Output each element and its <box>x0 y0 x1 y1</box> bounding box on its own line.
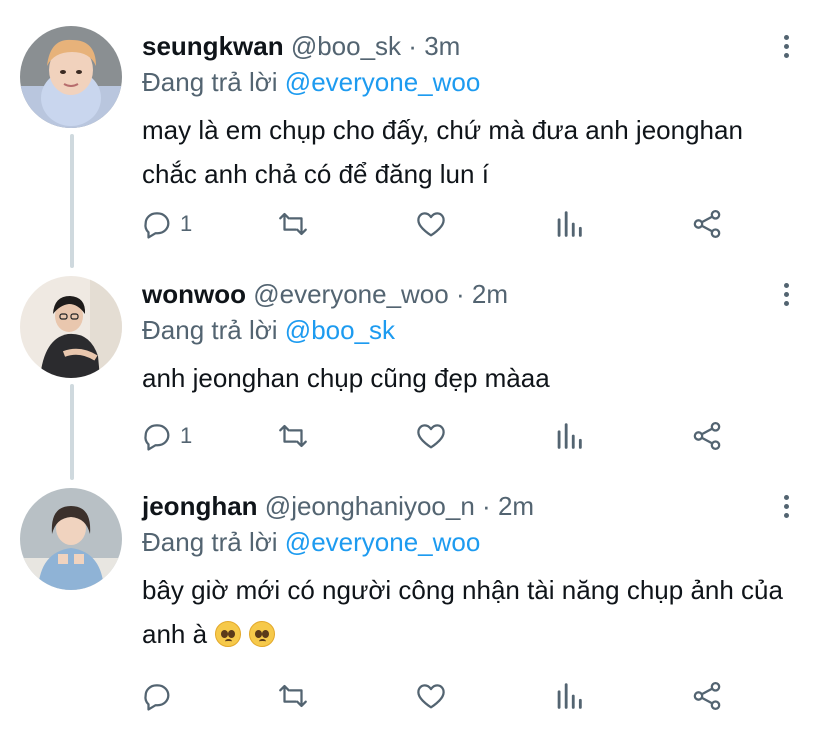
retweet-button[interactable] <box>276 676 310 716</box>
tweet-header: jeonghan @jeonghaniyoo_n · 2m <box>142 490 534 522</box>
analytics-icon <box>557 423 582 449</box>
like-button[interactable] <box>414 416 448 456</box>
share-icon <box>693 209 721 239</box>
reply-icon <box>144 212 170 239</box>
action-bar: 1 <box>0 416 828 456</box>
reply-icon <box>144 424 170 451</box>
analytics-button[interactable] <box>552 416 586 456</box>
reply-icon <box>144 684 170 711</box>
reply-prefix: Đang trả lời <box>142 315 278 345</box>
avatar[interactable] <box>20 276 122 378</box>
analytics-button[interactable] <box>552 676 586 716</box>
display-name[interactable]: wonwoo <box>142 279 246 309</box>
like-icon <box>417 684 445 709</box>
retweet-icon <box>279 212 307 236</box>
reply-button[interactable]: 1 <box>140 416 192 456</box>
analytics-icon <box>557 683 582 709</box>
tweet-header: wonwoo @everyone_woo · 2m <box>142 278 508 310</box>
share-icon <box>693 421 721 451</box>
tweet-wonwoo[interactable]: wonwoo @everyone_woo · 2m Đang trả lời @… <box>0 260 828 470</box>
like-icon <box>417 212 445 237</box>
user-handle[interactable]: @boo_sk <box>291 31 401 61</box>
display-name[interactable]: jeonghan <box>142 491 258 521</box>
avatar[interactable] <box>20 26 122 128</box>
timestamp[interactable]: 3m <box>424 31 460 61</box>
action-bar: 1 <box>0 204 828 244</box>
reply-count: 1 <box>180 423 193 448</box>
more-icon[interactable] <box>776 280 796 308</box>
reply-prefix: Đang trả lời <box>142 527 278 557</box>
retweet-icon <box>279 424 307 448</box>
analytics-button[interactable] <box>552 204 586 244</box>
reply-mention[interactable]: @boo_sk <box>285 315 395 345</box>
timestamp[interactable]: 2m <box>472 279 508 309</box>
tweet-header: seungkwan @boo_sk · 3m <box>142 30 460 62</box>
timestamp[interactable]: 2m <box>498 491 534 521</box>
reply-mention[interactable]: @everyone_woo <box>285 527 481 557</box>
retweet-icon <box>279 684 307 708</box>
share-button[interactable] <box>690 676 724 716</box>
reply-button[interactable]: 1 <box>140 204 192 244</box>
display-name[interactable]: seungkwan <box>142 31 284 61</box>
like-button[interactable] <box>414 676 448 716</box>
like-icon <box>417 424 445 449</box>
separator: · <box>482 491 491 521</box>
separator: · <box>455 279 465 309</box>
retweet-button[interactable] <box>276 204 310 244</box>
share-button[interactable] <box>690 204 724 244</box>
replying-to: Đang trả lời @boo_sk <box>142 314 395 346</box>
retweet-button[interactable] <box>276 416 310 456</box>
separator: · <box>408 31 417 61</box>
replying-to: Đang trả lời @everyone_woo <box>142 526 480 558</box>
replying-to: Đang trả lời @everyone_woo <box>142 66 480 98</box>
tweet-text: may là em chụp cho đấy, chứ mà đưa anh j… <box>142 115 743 189</box>
tweet-seungkwan[interactable]: seungkwan @boo_sk · 3m Đang trả lời @eve… <box>0 0 828 260</box>
tweet-text: anh jeonghan chụp cũng đẹp màaa <box>142 363 550 393</box>
tweet-jeonghan[interactable]: jeonghan @jeonghaniyoo_n · 2m Đang trả l… <box>0 472 828 731</box>
reply-prefix: Đang trả lời <box>142 67 278 97</box>
more-icon[interactable] <box>776 32 796 60</box>
tweet-text-block: bây giờ mới có người công nhận tài năng … <box>142 568 802 656</box>
user-handle[interactable]: @jeonghaniyoo_n <box>265 491 475 521</box>
reply-mention[interactable]: @everyone_woo <box>285 67 481 97</box>
share-button[interactable] <box>690 416 724 456</box>
like-button[interactable] <box>414 204 448 244</box>
analytics-icon <box>557 211 582 237</box>
avatar[interactable] <box>20 488 122 590</box>
more-icon[interactable] <box>776 492 796 520</box>
share-icon <box>693 681 721 711</box>
action-bar <box>0 676 828 716</box>
reply-count: 1 <box>180 211 193 236</box>
pleading-face-emoji <box>215 621 242 647</box>
pleading-face-emoji <box>249 621 276 647</box>
reply-button[interactable] <box>140 676 174 716</box>
user-handle[interactable]: @everyone_woo <box>253 279 449 309</box>
